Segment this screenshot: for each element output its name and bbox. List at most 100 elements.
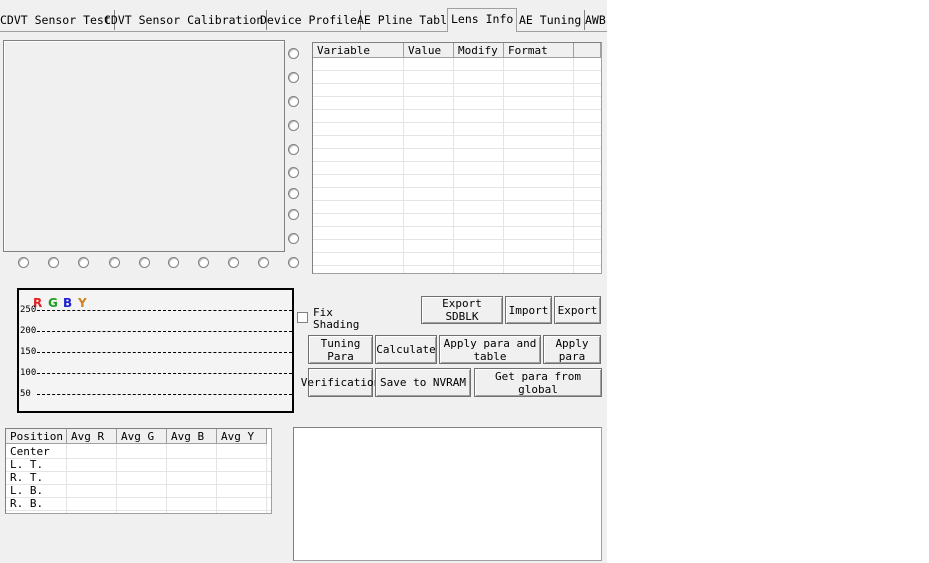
gridline: [37, 310, 292, 311]
gridline: [37, 331, 292, 332]
export-button[interactable]: Export: [554, 296, 601, 324]
column-select-radio[interactable]: [228, 257, 239, 268]
row-select-radio[interactable]: [288, 144, 299, 155]
gridline: [37, 394, 292, 395]
grid-line: [313, 200, 601, 201]
grid-line: [313, 252, 601, 253]
save-to-nvram-button[interactable]: Save to NVRAM: [375, 368, 471, 397]
column-header-blank: [574, 43, 601, 58]
get-para-from-global-button[interactable]: Get para from global: [474, 368, 602, 397]
tab-ae-tuning[interactable]: AE Tuning: [516, 10, 586, 30]
grid-line: [66, 444, 67, 513]
grid-line: [313, 265, 601, 266]
column-select-radio[interactable]: [139, 257, 150, 268]
row-select-radio[interactable]: [288, 120, 299, 131]
grid-line: [313, 109, 601, 110]
tab-ae-pline-table[interactable]: AE Pline Table: [354, 10, 458, 30]
row-select-radio[interactable]: [288, 48, 299, 59]
row-select-radio[interactable]: [288, 257, 299, 268]
row-select-radio[interactable]: [288, 209, 299, 220]
grid-line: [6, 471, 271, 472]
variable-table[interactable]: Variable Value Modify Format: [312, 42, 602, 274]
row-label-right-bottom: R. B.: [10, 497, 44, 510]
row-select-radio[interactable]: [288, 188, 299, 199]
row-label-center: Center: [10, 445, 50, 458]
grid-line: [6, 510, 271, 511]
tuning-para-button[interactable]: Tuning Para: [308, 335, 373, 364]
grid-line: [313, 213, 601, 214]
row-label-right-top: R. T.: [10, 471, 44, 484]
tab-bar: CDVT Sensor Test CDVT Sensor Calibration…: [0, 8, 607, 32]
import-button[interactable]: Import: [505, 296, 552, 324]
column-header-format[interactable]: Format: [504, 43, 574, 58]
grid-line: [266, 444, 267, 513]
grid-line: [313, 122, 601, 123]
fix-shading-checkbox[interactable]: [297, 312, 308, 323]
column-header-value[interactable]: Value: [404, 43, 454, 58]
tab-lens-info[interactable]: Lens Info: [447, 8, 518, 32]
shading-preview-panel: [3, 40, 285, 252]
column-header-avg-y[interactable]: Avg Y: [217, 429, 267, 444]
gridline: [37, 373, 292, 374]
row-select-radio[interactable]: [288, 96, 299, 107]
row-select-radio[interactable]: [288, 72, 299, 83]
grid-line: [313, 96, 601, 97]
fix-shading-label: Fix Shading: [313, 306, 360, 331]
column-select-radio[interactable]: [168, 257, 179, 268]
row-select-radio[interactable]: [288, 233, 299, 244]
tab-awb[interactable]: AWB: [582, 10, 607, 30]
grid-line: [313, 148, 601, 149]
legend-g: G: [48, 296, 58, 310]
tab-device-profile[interactable]: Device Profile: [257, 10, 361, 30]
tab-cdvt-sensor-test[interactable]: CDVT Sensor Test: [0, 10, 115, 30]
tab-cdvt-sensor-calibration[interactable]: CDVT Sensor Calibration: [101, 10, 268, 30]
gridline: [37, 352, 292, 353]
legend-b: B: [63, 296, 73, 310]
row-label-left-bottom: L. B.: [10, 484, 44, 497]
row-select-radio[interactable]: [288, 167, 299, 178]
grid-line: [453, 58, 454, 273]
lens-info-window: CDVT Sensor Test CDVT Sensor Calibration…: [0, 0, 607, 563]
column-header-variable[interactable]: Variable: [313, 43, 404, 58]
y-tick-label: 100: [20, 368, 37, 378]
y-tick-label: 250: [20, 305, 37, 315]
row-label-left-top: L. T.: [10, 458, 44, 471]
column-select-radio[interactable]: [109, 257, 120, 268]
log-output-box[interactable]: [293, 427, 602, 561]
grid-line: [313, 239, 601, 240]
grid-line: [313, 70, 601, 71]
apply-para-button[interactable]: Apply para: [543, 335, 601, 364]
column-header-position[interactable]: Position: [6, 429, 67, 444]
rgby-chart: R G B Y 250 200 150 100 50: [17, 288, 294, 413]
y-tick-label: 150: [20, 347, 37, 357]
column-header-modify[interactable]: Modify: [454, 43, 504, 58]
grid-line: [403, 58, 404, 273]
column-header-avg-b[interactable]: Avg B: [167, 429, 217, 444]
grid-line: [313, 135, 601, 136]
grid-line: [313, 226, 601, 227]
grid-line: [6, 484, 271, 485]
grid-line: [313, 174, 601, 175]
export-sdblk-button[interactable]: Export SDBLK: [421, 296, 503, 324]
column-header-avg-g[interactable]: Avg G: [117, 429, 167, 444]
grid-line: [116, 444, 117, 513]
column-select-radio[interactable]: [198, 257, 209, 268]
column-select-radio[interactable]: [48, 257, 59, 268]
grid-line: [313, 187, 601, 188]
grid-line: [313, 83, 601, 84]
grid-line: [503, 58, 504, 273]
average-table[interactable]: Position Avg R Avg G Avg B Avg Y Center …: [5, 428, 272, 514]
grid-line: [166, 444, 167, 513]
grid-line: [313, 161, 601, 162]
legend-y: Y: [78, 296, 87, 310]
column-select-radio[interactable]: [78, 257, 89, 268]
calculate-button[interactable]: Calculate: [375, 335, 437, 364]
column-select-radio[interactable]: [258, 257, 269, 268]
column-select-radio[interactable]: [18, 257, 29, 268]
column-header-avg-r[interactable]: Avg R: [67, 429, 117, 444]
grid-line: [216, 444, 217, 513]
grid-line: [6, 458, 271, 459]
apply-para-and-table-button[interactable]: Apply para and table: [439, 335, 541, 364]
grid-line: [573, 58, 574, 273]
verification-button[interactable]: Verification: [301, 368, 380, 397]
